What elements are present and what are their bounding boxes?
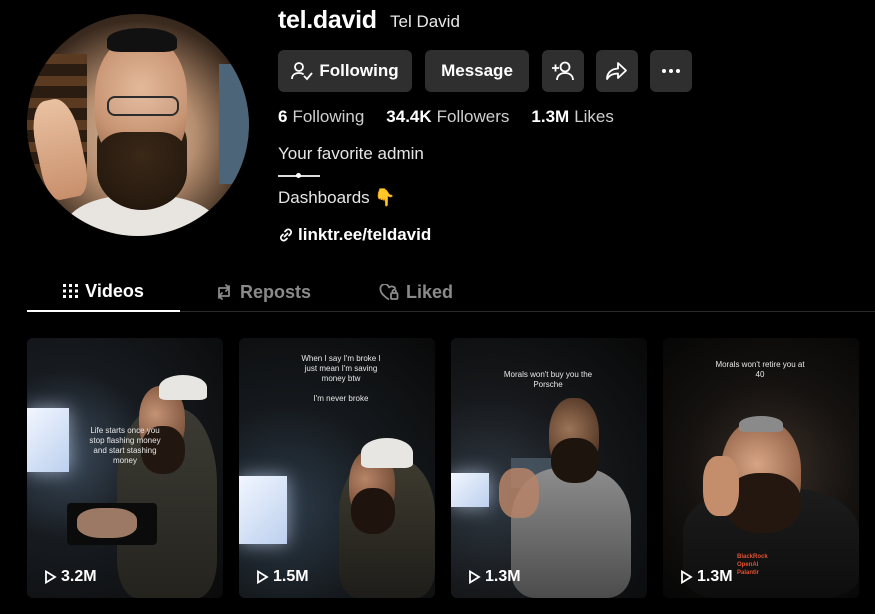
username: tel.david bbox=[278, 6, 377, 34]
link-icon bbox=[279, 228, 293, 242]
profile-link-text: linktr.ee/teldavid bbox=[298, 225, 432, 244]
tab-videos[interactable]: Videos bbox=[27, 272, 180, 312]
video-overlay-text: Morals won't retire you at 40 bbox=[715, 360, 805, 379]
tab-reposts-label: Reposts bbox=[240, 281, 312, 302]
profile-tabs: Videos Reposts Liked bbox=[27, 272, 875, 312]
profile-link[interactable]: linktr.ee/teldavid bbox=[278, 225, 431, 245]
video-thumbnail[interactable]: BlackRock OpenAI Palantir Morals won't ret… bbox=[663, 338, 859, 598]
video-thumbnail[interactable]: Life starts once you stop flashing money… bbox=[27, 338, 223, 598]
profile-stats: 6 Following 34.4K Followers 1.3M Likes bbox=[278, 107, 614, 127]
video-views: 1.3M bbox=[467, 568, 521, 586]
heart-lock-icon bbox=[379, 283, 399, 300]
video-views: 1.3M bbox=[679, 568, 733, 586]
add-friend-button[interactable] bbox=[542, 50, 584, 92]
following-button[interactable]: Following bbox=[278, 50, 412, 92]
bio-line-2: Dashboards 👇 bbox=[278, 188, 396, 207]
video-thumbnail[interactable]: Morals won't buy you the Porsche 1.3M bbox=[451, 338, 647, 598]
tab-videos-label: Videos bbox=[85, 280, 144, 301]
video-views-count: 1.3M bbox=[697, 568, 733, 585]
grid-icon bbox=[63, 284, 79, 298]
message-button-label: Message bbox=[441, 61, 513, 80]
followers-count: 34.4K bbox=[386, 107, 432, 126]
play-icon bbox=[681, 570, 693, 584]
followers-stat[interactable]: 34.4K Followers bbox=[386, 107, 509, 127]
tab-reposts[interactable]: Reposts bbox=[215, 272, 311, 312]
video-views: 3.2M bbox=[43, 568, 97, 586]
video-overlay-text: Morals won't buy you the Porsche bbox=[503, 370, 593, 389]
likes-label: Likes bbox=[574, 107, 614, 126]
likes-stat: 1.3M Likes bbox=[531, 107, 613, 127]
followers-label: Followers bbox=[436, 107, 510, 126]
repost-icon bbox=[218, 284, 230, 300]
more-icon bbox=[662, 69, 680, 73]
play-icon bbox=[469, 570, 481, 584]
bio-line-1: Your favorite admin bbox=[278, 144, 424, 163]
add-user-icon bbox=[552, 61, 574, 81]
nickname: Tel David bbox=[390, 12, 460, 31]
following-label: Following bbox=[292, 107, 365, 126]
video-views-count: 3.2M bbox=[61, 568, 97, 585]
bio-divider bbox=[278, 173, 320, 178]
video-views-count: 1.3M bbox=[485, 568, 521, 585]
share-icon bbox=[606, 62, 627, 80]
likes-count: 1.3M bbox=[531, 107, 570, 126]
video-overlay-text: Life starts once you stop flashing money… bbox=[89, 426, 161, 465]
following-stat[interactable]: 6 Following bbox=[278, 107, 364, 127]
video-views-count: 1.5M bbox=[273, 568, 309, 585]
following-user-icon bbox=[291, 62, 314, 81]
video-views: 1.5M bbox=[255, 568, 309, 586]
play-icon bbox=[257, 570, 269, 584]
more-options-button[interactable] bbox=[650, 50, 692, 92]
tab-liked-label: Liked bbox=[406, 281, 454, 302]
profile-avatar[interactable] bbox=[27, 14, 249, 236]
video-overlay-text: When I say I'm broke I just mean I'm sav… bbox=[301, 354, 381, 403]
following-button-label: Following bbox=[319, 61, 399, 80]
tab-liked[interactable]: Liked bbox=[379, 272, 453, 312]
play-icon bbox=[45, 570, 57, 584]
message-button[interactable]: Message bbox=[425, 50, 529, 92]
video-thumbnail[interactable]: When I say I'm broke I just mean I'm sav… bbox=[239, 338, 435, 598]
share-profile-button[interactable] bbox=[596, 50, 638, 92]
following-count: 6 bbox=[278, 107, 288, 126]
